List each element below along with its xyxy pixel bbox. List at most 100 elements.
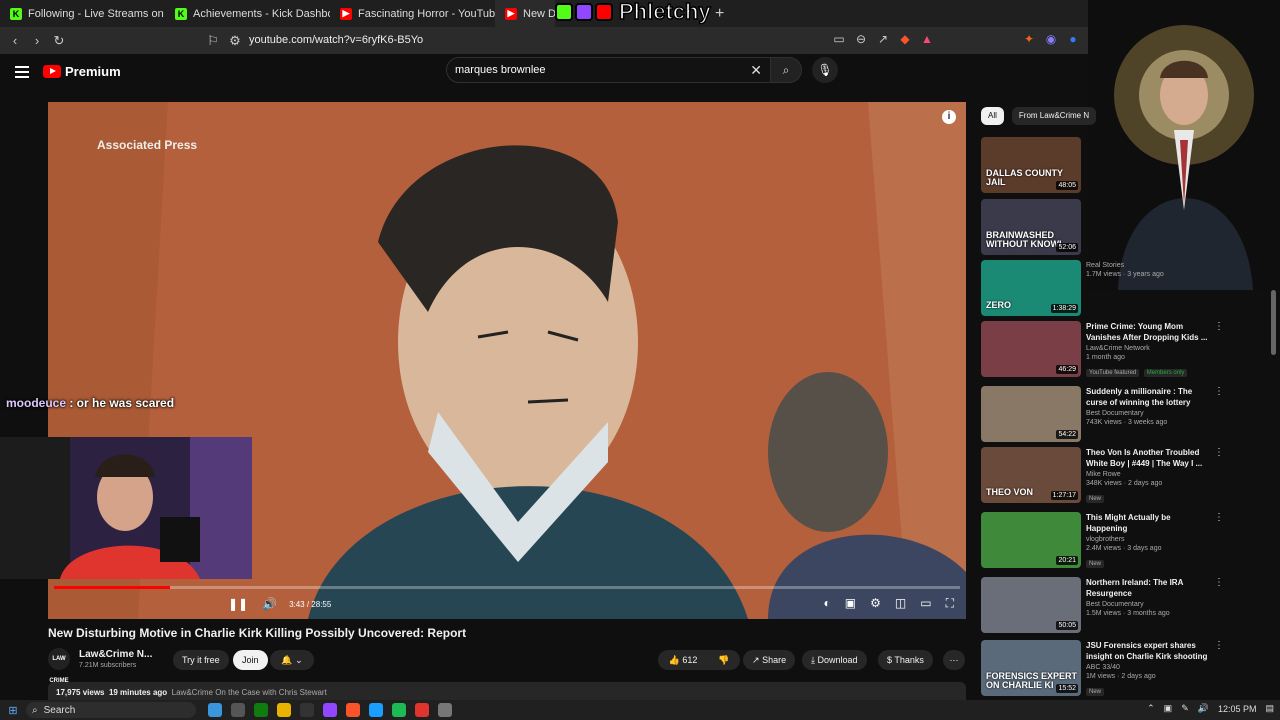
rec-title[interactable]: Northern Ireland: The IRA Resurgence <box>1086 577 1214 599</box>
info-icon[interactable]: i <box>942 110 956 124</box>
zoom-icon[interactable]: ⊖ <box>854 32 868 46</box>
menu-icon[interactable] <box>15 66 29 81</box>
settings-icon[interactable] <box>231 703 245 717</box>
recommendation-item[interactable]: 46:29 Prime Crime: Young Mom Vanishes Af… <box>981 321 1271 379</box>
volume-icon[interactable]: 🔊 <box>262 597 277 611</box>
rec-thumbnail[interactable]: 54:22 <box>981 386 1081 442</box>
notifications-icon[interactable]: ▤ <box>1265 703 1274 714</box>
captions-icon[interactable]: ▣ <box>845 596 856 611</box>
recommendation-item[interactable]: THEO VON 1:27:17 Theo Von Is Another Tro… <box>981 447 1271 505</box>
like-button[interactable]: 👍 612 <box>658 650 708 670</box>
extension-icon[interactable]: ✦ <box>1022 32 1036 46</box>
recommendation-item[interactable]: FORENSICS EXPERT ON CHARLIE KI 15:52 JSU… <box>981 640 1271 698</box>
browser-tab-1[interactable]: K Following - Live Streams on Kick <box>0 0 165 27</box>
rec-channel[interactable]: vlogbrothers <box>1086 536 1214 543</box>
file-explorer-icon[interactable] <box>277 703 291 717</box>
more-vert-icon[interactable]: ⋮ <box>1214 577 1224 588</box>
fullscreen-icon[interactable]: ⛶ <box>946 596 954 611</box>
rec-channel[interactable]: ABC 33/40 <box>1086 664 1214 671</box>
rec-channel[interactable]: Best Documentary <box>1086 410 1214 417</box>
share-button[interactable]: ↗ Share <box>743 650 796 670</box>
rec-channel[interactable]: Real Stories <box>1086 262 1214 269</box>
rec-thumbnail[interactable]: THEO VON 1:27:17 <box>981 447 1081 503</box>
channel-avatar[interactable]: LAW CRIME <box>48 648 70 684</box>
rec-thumbnail[interactable]: FORENSICS EXPERT ON CHARLIE KI 15:52 <box>981 640 1081 696</box>
twitch-icon[interactable] <box>323 703 337 717</box>
more-vert-icon[interactable]: ⋮ <box>1214 321 1224 332</box>
extension-icon[interactable]: ● <box>1066 32 1080 46</box>
settings-gear-icon[interactable]: ⚙ <box>870 596 881 611</box>
theater-mode-icon[interactable]: ▭ <box>920 596 931 611</box>
rec-thumbnail[interactable]: DALLAS COUNTY JAIL 48:05 <box>981 137 1081 193</box>
miniplayer-icon[interactable]: ◫ <box>895 596 906 611</box>
recommendation-item[interactable]: ZERO 1:38:29 Real Stories 1.7M views · 3… <box>981 260 1271 318</box>
chevron-up-icon[interactable]: ⌃ <box>1147 703 1155 714</box>
pen-icon[interactable]: ✎ <box>1181 703 1189 714</box>
browser-tab-3[interactable]: ▶ Fascinating Horror - YouTube <box>330 0 495 27</box>
address-bar[interactable]: youtube.com/watch?v=6ryfK6-B5Yo <box>249 34 423 46</box>
description-channel[interactable]: Law&Crime On the Case with Chris Stewart <box>172 688 327 697</box>
join-button[interactable]: Join <box>233 650 268 670</box>
recommendation-item[interactable]: BRAINWASHED WITHOUT KNOWI 52:06 <box>981 199 1271 257</box>
rec-title[interactable]: JSU Forensics expert shares insight on C… <box>1086 640 1214 662</box>
xbox-icon[interactable] <box>254 703 268 717</box>
pause-icon[interactable]: ❚❚ <box>228 597 248 611</box>
more-vert-icon[interactable]: ⋮ <box>1214 640 1224 651</box>
app-icon[interactable] <box>415 703 429 717</box>
notification-bell-button[interactable]: 🔔 ⌄ <box>270 650 314 670</box>
rec-channel[interactable]: Mike Rowe <box>1086 471 1214 478</box>
download-button[interactable]: ⤓ Download <box>802 650 867 670</box>
brave-rewards-icon[interactable]: ▲ <box>920 32 934 46</box>
reload-icon[interactable]: ↻ <box>48 33 70 49</box>
rec-thumbnail[interactable]: 46:29 <box>981 321 1081 377</box>
dislike-button[interactable]: 👎 <box>708 650 740 670</box>
rec-title[interactable]: This Might Actually be Happening <box>1086 512 1214 534</box>
more-vert-icon[interactable]: ⋮ <box>1214 447 1224 458</box>
rec-thumbnail[interactable]: 50:05 <box>981 577 1081 633</box>
autoplay-toggle-icon[interactable]: ◐ <box>824 596 831 611</box>
rec-channel[interactable]: Law&Crime Network <box>1086 345 1214 352</box>
recommendation-item[interactable]: 50:05 Northern Ireland: The IRA Resurgen… <box>981 577 1271 635</box>
bookmark-icon[interactable]: ⚐ <box>202 33 224 49</box>
network-icon[interactable]: ▣ <box>1164 703 1173 714</box>
back-icon[interactable]: ‹ <box>4 33 26 48</box>
try-free-button[interactable]: Try it free <box>173 650 229 670</box>
sidebar-scrollbar[interactable] <box>1271 290 1276 355</box>
chip-from-channel[interactable]: From Law&Crime N <box>1011 107 1097 125</box>
share-icon[interactable]: ↗ <box>876 32 890 46</box>
voice-search-button[interactable]: 🎙 <box>812 57 838 83</box>
rec-thumbnail[interactable]: BRAINWASHED WITHOUT KNOWI 52:06 <box>981 199 1081 255</box>
volume-icon[interactable]: 🔊 <box>1198 703 1209 714</box>
brave-shield-icon[interactable]: ◆ <box>898 32 912 46</box>
windows-start-icon[interactable]: ⊞ <box>0 704 26 717</box>
thanks-button[interactable]: $ Thanks <box>878 650 933 670</box>
rec-thumbnail[interactable]: 20:21 <box>981 512 1081 568</box>
forward-icon[interactable]: › <box>26 33 48 48</box>
rec-title[interactable]: Theo Von Is Another Troubled White Boy |… <box>1086 447 1214 469</box>
browser-tab-4[interactable]: ▶ New Di <box>495 0 555 27</box>
chip-all[interactable]: All <box>981 107 1004 125</box>
app-icon[interactable] <box>438 703 452 717</box>
extension-icon[interactable]: ◉ <box>1044 32 1058 46</box>
rec-thumbnail[interactable]: ZERO 1:38:29 <box>981 260 1081 316</box>
spotify-icon[interactable] <box>392 703 406 717</box>
recommendation-item[interactable]: 54:22 Suddenly a millionaire : The curse… <box>981 386 1271 444</box>
close-icon[interactable]: ✕ <box>750 62 762 79</box>
channel-name[interactable]: Law&Crime N... <box>79 649 152 660</box>
search-input[interactable]: marques brownlee ✕ <box>446 57 771 83</box>
clock[interactable]: 12:05 PM <box>1218 704 1257 714</box>
new-tab-icon[interactable]: + <box>715 5 724 23</box>
brave-icon[interactable] <box>346 703 360 717</box>
app-icon[interactable] <box>300 703 314 717</box>
rec-title[interactable]: Suddenly a millionaire : The curse of wi… <box>1086 386 1214 408</box>
site-info-icon[interactable]: ⚙ <box>224 33 246 49</box>
browser-tab-2[interactable]: K Achievements - Kick Dashboard <box>165 0 330 27</box>
rec-channel[interactable]: Best Documentary <box>1086 601 1214 608</box>
steam-icon[interactable] <box>369 703 383 717</box>
description-box[interactable]: 17,975 views 19 minutes ago Law&Crime On… <box>48 682 966 702</box>
more-actions-button[interactable]: ⋯ <box>943 650 965 670</box>
search-button[interactable]: ⌕ <box>770 57 802 83</box>
taskbar-search[interactable]: ⌕ Search <box>26 702 196 718</box>
more-vert-icon[interactable]: ⋮ <box>1214 386 1224 397</box>
recommendation-item[interactable]: 20:21 This Might Actually be Happening v… <box>981 512 1271 570</box>
